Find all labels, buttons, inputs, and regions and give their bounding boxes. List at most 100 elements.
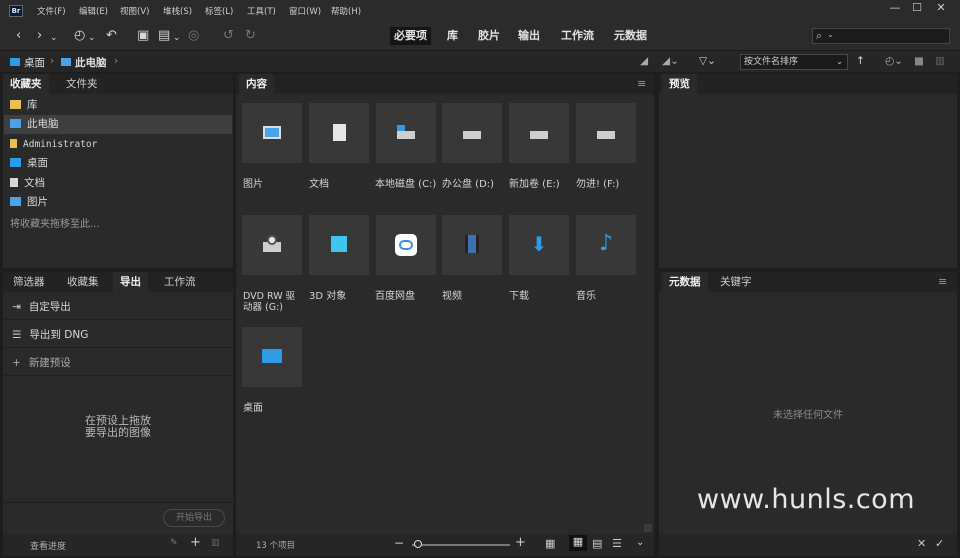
grid-lock-icon[interactable]: ▦ bbox=[545, 537, 555, 550]
open-in-camera-raw-icon[interactable]: ◎ bbox=[188, 28, 199, 44]
export-custom[interactable]: ⇥ 自定导出 bbox=[4, 294, 232, 320]
history-icon[interactable]: ◴ bbox=[74, 28, 85, 44]
list-view-icon[interactable]: ☰ bbox=[612, 537, 622, 550]
desktop-icon bbox=[10, 58, 20, 66]
sort-select[interactable]: 按文件名排序 ⌄ bbox=[740, 54, 848, 70]
apply-icon[interactable]: ✓ bbox=[935, 537, 944, 550]
tile-baidu-netdisk[interactable] bbox=[376, 215, 436, 275]
menu-label[interactable]: 标签(L) bbox=[205, 5, 233, 17]
workspace-essentials[interactable]: 必要项 bbox=[390, 27, 431, 45]
tile-dvd-drive[interactable] bbox=[242, 215, 302, 275]
chevron-down-icon[interactable]: ⌄ bbox=[827, 30, 834, 39]
menu-help[interactable]: 帮助(H) bbox=[331, 5, 361, 17]
tab-preview[interactable]: 预览 bbox=[662, 74, 697, 94]
menu-edit[interactable]: 编辑(E) bbox=[79, 5, 108, 17]
tab-favorites[interactable]: 收藏夹 bbox=[3, 74, 49, 94]
view-progress-link[interactable]: 查看进度 bbox=[30, 539, 66, 552]
filter-icon[interactable]: ▽⌄ bbox=[699, 55, 716, 67]
tab-metadata[interactable]: 元数据 bbox=[662, 272, 708, 292]
details-view-icon[interactable]: ▤ bbox=[592, 537, 602, 550]
menu-bar: Br 文件(F) 编辑(E) 视图(V) 堆栈(S) 标签(L) 工具(T) 窗… bbox=[0, 0, 960, 22]
quality-options-icon[interactable]: ◢ bbox=[640, 55, 648, 67]
tile-music[interactable]: ♪ bbox=[576, 215, 636, 275]
slider-thumb[interactable] bbox=[414, 540, 422, 548]
drive-icon bbox=[463, 131, 481, 139]
refine-icon[interactable]: ▤ bbox=[158, 28, 170, 44]
plus-icon: + bbox=[12, 357, 21, 369]
panel-menu-icon[interactable]: ≡ bbox=[637, 77, 646, 90]
chevron-down-icon[interactable]: ⌄ bbox=[173, 30, 181, 46]
thumbnail-size-slider[interactable] bbox=[412, 544, 510, 546]
start-export-button[interactable]: 开始导出 bbox=[163, 509, 225, 527]
metadata-empty-message: 未选择任何文件 bbox=[773, 410, 843, 421]
workspace-library[interactable]: 库 bbox=[443, 27, 462, 45]
add-icon[interactable]: + bbox=[190, 535, 201, 550]
camera-import-icon[interactable]: ▣ bbox=[137, 28, 149, 44]
chevron-down-icon[interactable]: ⌄ bbox=[50, 30, 58, 46]
tile-desktop[interactable] bbox=[242, 327, 302, 387]
tile-videos[interactable] bbox=[442, 215, 502, 275]
tab-collections[interactable]: 收藏集 bbox=[60, 272, 106, 292]
maximize-button[interactable]: ☐ bbox=[906, 1, 928, 15]
computer-icon bbox=[61, 58, 71, 66]
chevron-right-icon[interactable]: › bbox=[114, 55, 118, 67]
workspace-filmstrip[interactable]: 胶片 bbox=[474, 27, 504, 45]
return-icon[interactable]: ↶ bbox=[106, 28, 117, 44]
favorite-this-pc[interactable]: 此电脑 bbox=[4, 115, 232, 134]
menu-stack[interactable]: 堆栈(S) bbox=[163, 5, 192, 17]
tile-3d-objects[interactable] bbox=[309, 215, 369, 275]
zoom-out-icon[interactable]: − bbox=[394, 536, 404, 550]
workspace-metadata[interactable]: 元数据 bbox=[610, 27, 651, 45]
thumbnail-view-icon[interactable]: ▦ bbox=[569, 535, 587, 551]
trash-icon[interactable]: ▥ bbox=[935, 55, 945, 67]
menu-file[interactable]: 文件(F) bbox=[37, 5, 66, 17]
favorite-desktop[interactable]: 桌面 bbox=[4, 154, 232, 173]
breadcrumb-desktop[interactable]: 桌面 bbox=[24, 55, 45, 70]
favorite-pictures[interactable]: 图片 bbox=[4, 193, 232, 212]
edit-icon[interactable]: ✎ bbox=[170, 538, 178, 548]
favorite-administrator[interactable]: Administrator bbox=[4, 135, 232, 154]
tile-drive-f[interactable] bbox=[576, 103, 636, 163]
zoom-in-icon[interactable]: + bbox=[515, 535, 526, 550]
tab-folders[interactable]: 文件夹 bbox=[59, 74, 105, 94]
recent-files-icon[interactable]: ◴⌄ bbox=[885, 55, 903, 67]
tile-drive-e[interactable] bbox=[509, 103, 569, 163]
rotate-right-icon[interactable]: ↻ bbox=[245, 28, 256, 44]
filter-rating-icon[interactable]: ◢⌄ bbox=[662, 55, 679, 67]
tile-documents[interactable] bbox=[309, 103, 369, 163]
favorite-library[interactable]: 库 bbox=[4, 96, 232, 115]
tab-filter[interactable]: 筛选器 bbox=[6, 272, 52, 292]
tile-downloads[interactable]: ⬇ bbox=[509, 215, 569, 275]
menu-window[interactable]: 窗口(W) bbox=[289, 5, 321, 17]
rotate-left-icon[interactable]: ↺ bbox=[223, 28, 234, 44]
export-to-dng[interactable]: ☰ 导出到 DNG bbox=[4, 322, 232, 348]
tile-label: 桌面 bbox=[243, 403, 263, 414]
tab-keywords[interactable]: 关键字 bbox=[713, 272, 759, 292]
tab-workflow[interactable]: 工作流 bbox=[157, 272, 203, 292]
menu-view[interactable]: 视图(V) bbox=[120, 5, 149, 17]
tab-content[interactable]: 内容 bbox=[239, 74, 274, 94]
chevron-down-icon[interactable]: ⌄ bbox=[88, 30, 96, 46]
tab-export[interactable]: 导出 bbox=[113, 272, 148, 292]
new-folder-icon[interactable]: ■ bbox=[914, 55, 924, 67]
tile-pictures[interactable] bbox=[242, 103, 302, 163]
chevron-down-icon[interactable]: ⌄ bbox=[636, 537, 644, 548]
menu-tools[interactable]: 工具(T) bbox=[247, 5, 276, 17]
cancel-icon[interactable]: ✕ bbox=[917, 537, 926, 550]
forward-icon[interactable]: › bbox=[37, 28, 42, 44]
close-window-button[interactable]: ✕ bbox=[930, 1, 952, 15]
tile-drive-c[interactable] bbox=[376, 103, 436, 163]
search-input[interactable]: ⌕ ⌄ bbox=[812, 28, 950, 44]
favorite-documents[interactable]: 文档 bbox=[4, 174, 232, 193]
tile-drive-d[interactable] bbox=[442, 103, 502, 163]
scrollbar[interactable] bbox=[644, 524, 652, 532]
workspace-output[interactable]: 输出 bbox=[514, 27, 544, 45]
back-icon[interactable]: ‹ bbox=[16, 28, 21, 44]
sort-direction-icon[interactable]: ↑ bbox=[856, 55, 865, 67]
trash-icon[interactable]: ▥ bbox=[211, 538, 220, 548]
breadcrumb-this-pc[interactable]: 此电脑 bbox=[75, 55, 107, 70]
new-preset[interactable]: + 新建预设 bbox=[4, 350, 232, 376]
workspace-workflow[interactable]: 工作流 bbox=[557, 27, 598, 45]
panel-menu-icon[interactable]: ≡ bbox=[938, 275, 947, 288]
minimize-button[interactable]: — bbox=[884, 1, 906, 15]
